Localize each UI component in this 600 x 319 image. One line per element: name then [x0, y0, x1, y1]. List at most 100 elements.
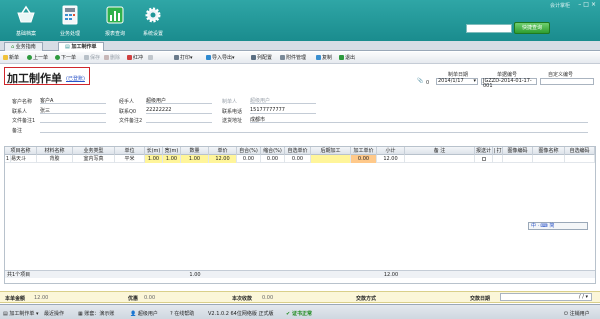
col-image-name[interactable]: 图像名称: [533, 147, 565, 155]
pay-date-field[interactable]: / / ▾: [500, 293, 592, 301]
col-project[interactable]: 项目名称: [5, 147, 37, 155]
col-print[interactable]: | 打: [493, 147, 503, 155]
red-reverse-button-label: 红冲: [133, 55, 144, 61]
module-menu[interactable]: ▤ 加工制作单 ▾: [3, 310, 38, 317]
address-field[interactable]: 成都市: [250, 116, 588, 123]
cell-post-process[interactable]: [311, 155, 351, 163]
nav-settings[interactable]: 系统设置: [133, 3, 173, 39]
col-process-price[interactable]: 加工单价: [351, 147, 377, 155]
delete-button[interactable]: 删除: [104, 54, 120, 62]
col-quantity[interactable]: 数量: [181, 147, 209, 155]
nav-business-label: 业务处理: [59, 31, 80, 37]
copy-button[interactable]: 复制: [316, 54, 332, 62]
contact-field[interactable]: 张三: [40, 107, 106, 114]
save-button-label: 保存: [90, 55, 101, 61]
cell-price[interactable]: 12.00: [209, 155, 237, 163]
tab-processing-order[interactable]: ▤ 加工制作单: [58, 42, 104, 51]
cell-quantity[interactable]: 1.00: [181, 155, 209, 163]
date-value: 2014/1/17: [438, 78, 464, 84]
new-button[interactable]: 新单: [3, 54, 19, 62]
file-note2-field[interactable]: [146, 116, 212, 123]
nav-basic-files[interactable]: 基础档案: [6, 3, 46, 39]
exit-button[interactable]: 退出: [339, 54, 355, 62]
table-row[interactable]: 1 易天斗 背胶 室内写真 平米 1.00 1.00 1.00 12.00 0.…: [5, 155, 595, 163]
col-self-code[interactable]: 自选编码: [565, 147, 595, 155]
search-input[interactable]: [466, 24, 512, 33]
online-help[interactable]: ? 在线帮助: [170, 310, 194, 317]
date-field[interactable]: 2014/1/17 ▾: [436, 78, 478, 85]
cell-self-code[interactable]: [565, 155, 595, 163]
col-self-rate[interactable]: 自合(%): [237, 147, 261, 155]
discount-value[interactable]: 0.00: [144, 295, 155, 301]
logout-button[interactable]: ⏻ 注销用户: [564, 310, 590, 317]
cell-remark[interactable]: [405, 155, 475, 163]
handler-field[interactable]: 超级用户: [146, 97, 212, 104]
col-price[interactable]: 单价: [209, 147, 237, 155]
cell-image-code[interactable]: [503, 155, 533, 163]
recent-ops[interactable]: 最近操作: [44, 310, 64, 317]
col-unit[interactable]: 单位: [115, 147, 145, 155]
col-length[interactable]: 长(m): [145, 147, 163, 155]
prev-button[interactable]: 上一单: [27, 54, 48, 62]
file-note1-field[interactable]: [40, 116, 106, 123]
window-controls[interactable]: –□×: [578, 1, 598, 8]
number-field[interactable]: JGZZD-2014-01-17-001: [481, 78, 537, 89]
col-width[interactable]: 宽(m): [163, 147, 181, 155]
quick-search-button[interactable]: 快捷查询: [514, 22, 550, 34]
footer-total: 12.00: [383, 272, 399, 278]
nav-business[interactable]: 业务处理: [50, 3, 90, 39]
toolbar-disabled-button[interactable]: [148, 54, 154, 62]
attachment-button[interactable]: 附件管理: [280, 54, 306, 62]
col-report[interactable]: 报送计: [475, 147, 493, 155]
cell-print[interactable]: [493, 155, 503, 163]
delete-icon: [104, 55, 109, 60]
col-shrink-rate[interactable]: 缩合(%): [261, 147, 285, 155]
next-button[interactable]: 下一单: [55, 54, 76, 62]
cell-length[interactable]: 1.00: [145, 155, 163, 163]
logout-icon: ⏻: [564, 311, 568, 317]
cell-report[interactable]: [475, 155, 493, 163]
cell-shrink-rate[interactable]: 0.00: [261, 155, 285, 163]
column-config-button[interactable]: 列配置: [251, 54, 272, 62]
discount-label: 优惠: [128, 296, 139, 302]
print-button[interactable]: 打印▾: [174, 54, 193, 62]
received-value[interactable]: 0.00: [262, 295, 273, 301]
gear-icon: [145, 7, 161, 23]
col-image-code[interactable]: 图像编码: [503, 147, 533, 155]
col-remark[interactable]: 备 注: [405, 147, 475, 155]
import-export-button[interactable]: 导入导出▾: [206, 54, 235, 62]
phone-field[interactable]: 22222222: [146, 107, 212, 114]
cell-project[interactable]: 易天斗: [11, 155, 37, 163]
cell-self-rate[interactable]: 0.00: [237, 155, 261, 163]
report-checkbox[interactable]: [481, 156, 486, 161]
cell-image-name[interactable]: [533, 155, 565, 163]
cell-width[interactable]: 1.00: [163, 155, 181, 163]
customer-field[interactable]: 客户A: [40, 97, 106, 104]
cell-unit[interactable]: 平米: [115, 155, 145, 163]
remark-field[interactable]: [40, 126, 588, 133]
cell-self-price[interactable]: 0.00: [285, 155, 311, 163]
footer-count: 共1个项目: [7, 272, 31, 278]
basket-icon: [17, 5, 35, 23]
col-material[interactable]: 材料名称: [37, 147, 73, 155]
cell-business-type[interactable]: 室内写真: [73, 155, 115, 163]
col-post-process[interactable]: 后期加工: [311, 147, 351, 155]
ime-toolbar[interactable]: 中 ⸱ ⌨ 简: [528, 222, 588, 230]
col-subtotal[interactable]: 小计: [377, 147, 405, 155]
nav-reports[interactable]: 报表查询: [95, 3, 135, 39]
col-self-price[interactable]: 自选单价: [285, 147, 311, 155]
tel-field[interactable]: 15177777777: [250, 107, 316, 114]
red-reverse-button[interactable]: 红冲: [127, 54, 143, 62]
attachment-button-label: 附件管理: [286, 55, 307, 61]
recent-label: 最近操作: [44, 311, 65, 317]
attachment-clip-icon[interactable]: 📎: [417, 78, 423, 84]
cell-process-price[interactable]: 0.00: [351, 155, 377, 163]
posted-status-link[interactable]: (已登账): [66, 75, 85, 82]
col-business-type[interactable]: 业务类型: [73, 147, 115, 155]
chevron-down-icon: ▾: [473, 78, 476, 84]
custom-no-field[interactable]: [540, 78, 594, 85]
save-button[interactable]: 保存: [84, 54, 100, 62]
cell-material[interactable]: 背胶: [37, 155, 73, 163]
user-label: 超级用户: [137, 311, 158, 317]
tab-guide[interactable]: ⌂ 业务指南: [4, 42, 43, 51]
